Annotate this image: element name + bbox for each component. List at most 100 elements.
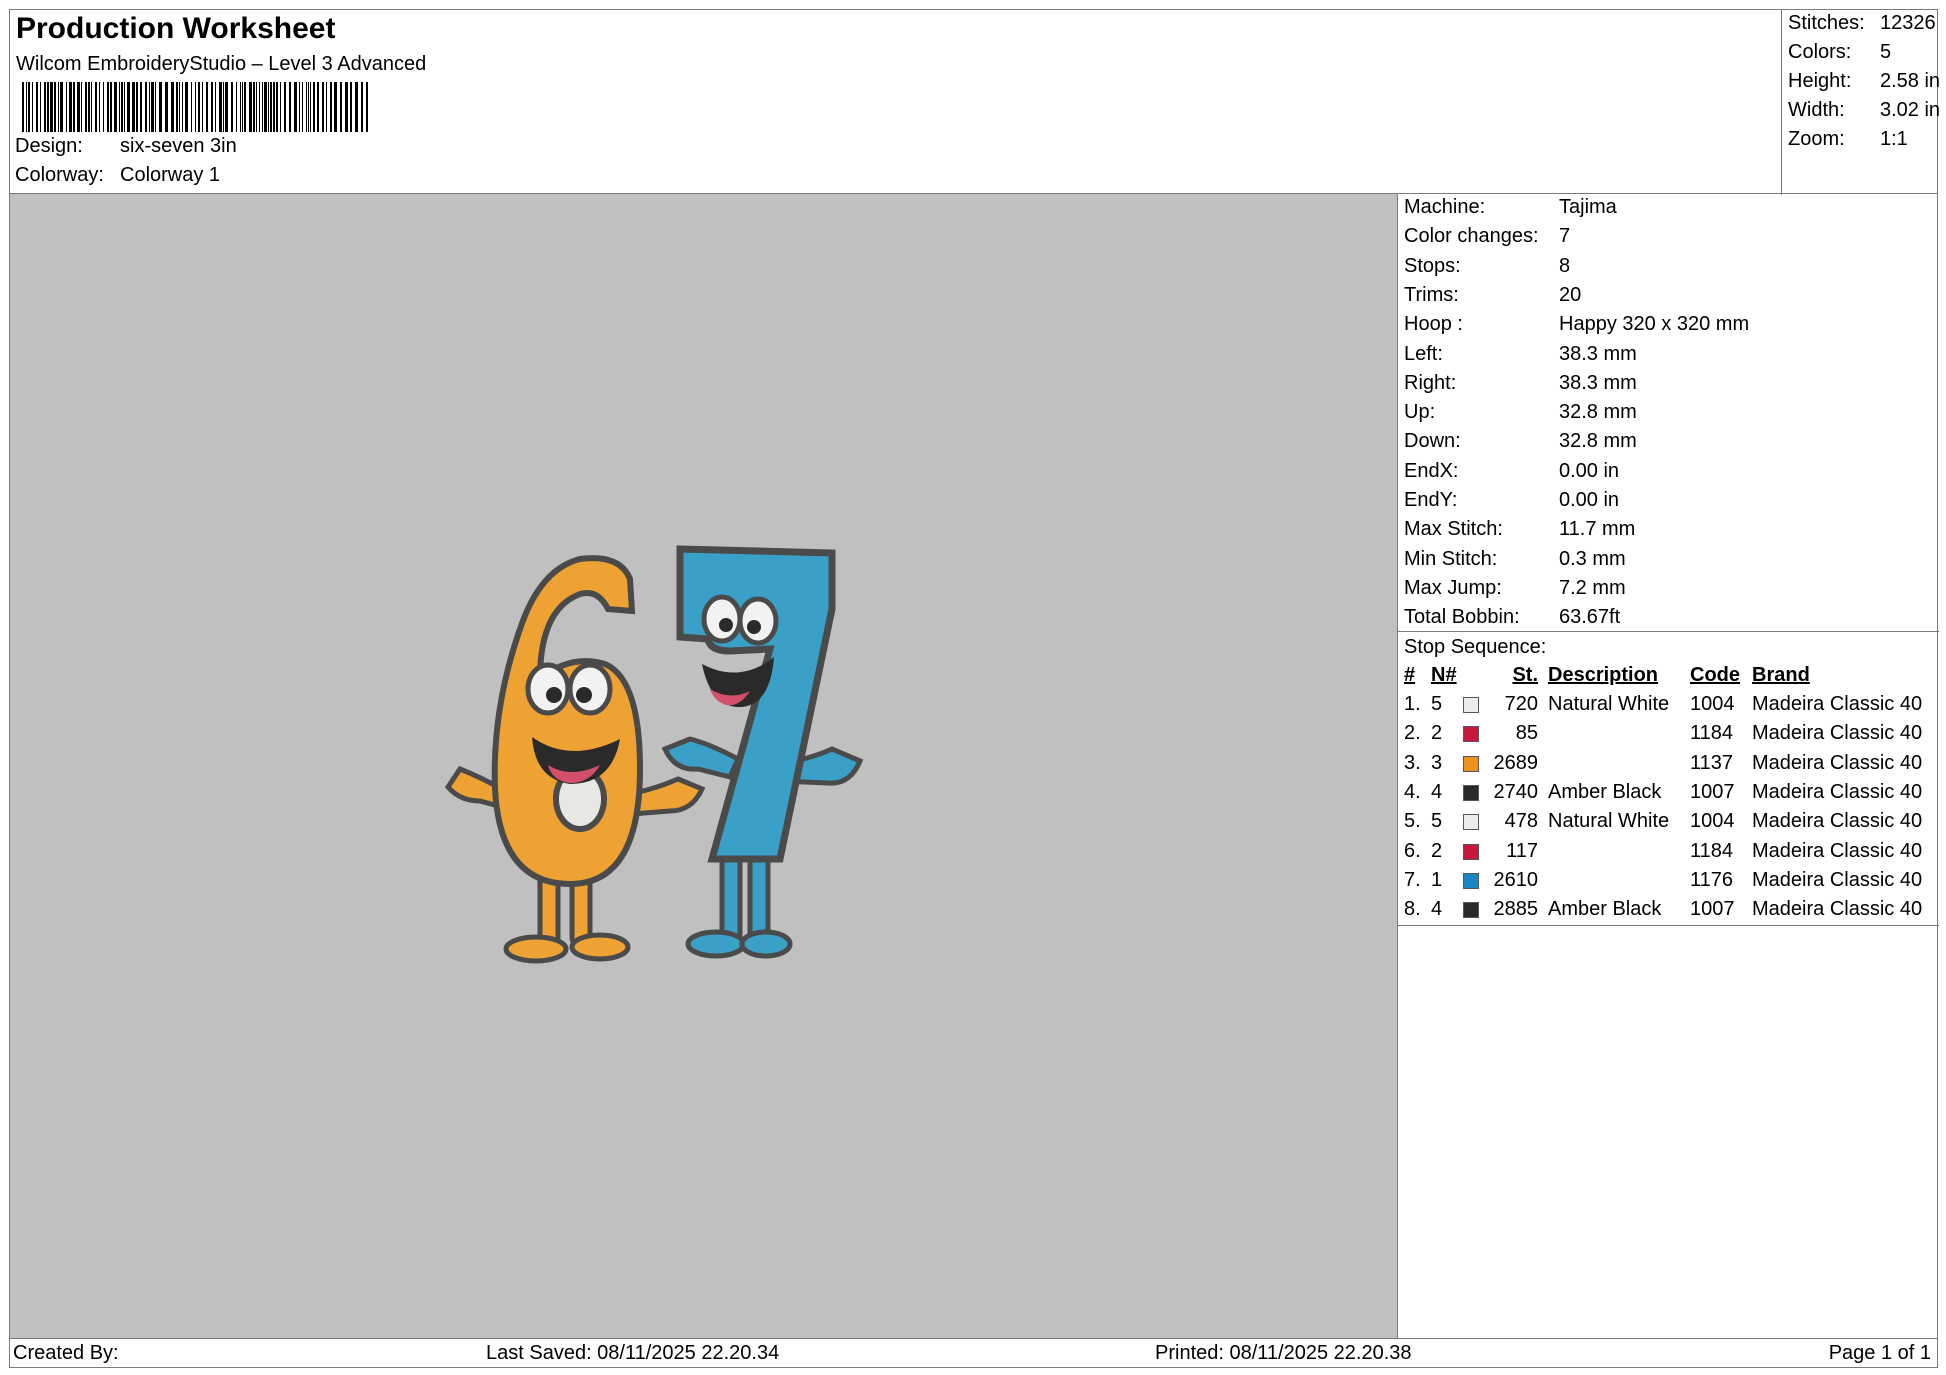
barcode-bar (366, 82, 368, 132)
stop-row-stitches: 2885 (1493, 898, 1539, 921)
barcode-bar (69, 82, 72, 132)
stop-row-description: Amber Black (1548, 898, 1662, 921)
stop-row-stitches: 720 (1504, 693, 1538, 715)
stop-row-stitches: 2740 (1493, 780, 1539, 803)
barcode-bar (270, 82, 272, 132)
barcode-bar (211, 82, 213, 132)
design-preview (9, 193, 1398, 1339)
stop-row-brand: Madeira Classic 40 (1752, 751, 1923, 774)
barcode-bar (236, 82, 237, 132)
barcode-bar (182, 82, 183, 132)
stop-row-brand: Madeira Classic 40 (1752, 693, 1923, 715)
worksheet-header: Production Worksheet Wilcom EmbroiderySt… (9, 9, 1941, 195)
barcode-bar (225, 82, 228, 132)
barcode-bar (264, 82, 267, 132)
machine-info-value: 11.7 mm (1559, 518, 1636, 541)
stop-row-brand: Madeira Classic 40 (1752, 780, 1923, 803)
software-subtitle: Wilcom EmbroideryStudio – Level 3 Advanc… (16, 53, 427, 75)
stop-row-needle: 2 (1431, 839, 1443, 862)
barcode-bar (95, 82, 97, 132)
barcode-bar (262, 82, 263, 132)
stop-row-description: Natural White (1548, 693, 1670, 715)
barcode-bar (114, 82, 117, 132)
stop-row-index: 6. (1404, 839, 1421, 862)
barcode-bar (322, 82, 324, 132)
stop-row-stitches: 2610 (1493, 868, 1539, 891)
machine-info-value: Tajima (1559, 196, 1617, 218)
stop-row-code: 1007 (1690, 898, 1735, 921)
stop-row-brand: Madeira Classic 40 (1752, 810, 1923, 833)
stop-row-index: 3. (1404, 751, 1421, 774)
stop-row-index: 1. (1404, 693, 1421, 715)
barcode-bar (171, 82, 174, 132)
barcode-bar (350, 82, 352, 132)
stop-row-brand: Madeira Classic 40 (1752, 898, 1923, 921)
machine-info-label: Trims: (1404, 283, 1459, 306)
stop-row-description: Natural White (1548, 810, 1670, 833)
machine-info-label: Min Stitch: (1404, 547, 1498, 570)
col-header-stitches: St. (1512, 664, 1538, 686)
barcode-bar (198, 82, 200, 132)
barcode-bar (361, 82, 363, 132)
stop-sequence-table: Stop Sequence: # N# St. Description Code… (1398, 631, 1939, 926)
barcode-bar (50, 82, 53, 132)
thread-color-swatch (1463, 843, 1479, 860)
embroidery-design-image (444, 545, 864, 964)
machine-info-value: 0.00 in (1559, 489, 1620, 511)
machine-info-label: EndY: (1404, 489, 1458, 511)
barcode-bar (249, 82, 252, 132)
col-header-description: Description (1548, 664, 1659, 686)
barcode-bar (215, 82, 216, 132)
machine-info-value: Happy 320 x 320 mm (1559, 313, 1750, 336)
barcode-bar (155, 82, 156, 132)
stop-row-needle: 5 (1431, 693, 1443, 715)
machine-info-value: 32.8 mm (1559, 430, 1637, 453)
created-by: Created By: (13, 1342, 119, 1364)
machine-info-label: Hoop : (1404, 313, 1463, 336)
machine-info-value: 0.3 mm (1559, 547, 1626, 570)
stop-row-description: Amber Black (1548, 780, 1662, 803)
barcode-bar (242, 82, 243, 132)
barcode-bar (306, 82, 307, 132)
stat-value: 2.58 in (1880, 70, 1941, 92)
barcode-bar (276, 82, 278, 132)
col-header-num: # (1404, 664, 1416, 686)
thread-color-swatch (1463, 902, 1479, 919)
barcode-bar (223, 82, 224, 132)
machine-info-value: 7 (1559, 225, 1571, 248)
stat-label: Stitches: (1788, 12, 1865, 34)
stop-row-stitches: 85 (1515, 722, 1538, 745)
machine-info-value: 32.8 mm (1559, 401, 1637, 424)
barcode-bar (244, 82, 246, 132)
thread-color-swatch (1463, 814, 1479, 831)
stop-row-index: 5. (1404, 810, 1421, 833)
barcode-bar (253, 82, 255, 132)
stop-row-code: 1004 (1690, 693, 1735, 715)
col-header-brand: Brand (1752, 664, 1810, 686)
barcode-bar (294, 82, 297, 132)
page-title: Production Worksheet (16, 12, 336, 45)
barcode-bar (231, 82, 233, 132)
worksheet-footer: Created By: Last Saved: 08/11/2025 22.20… (9, 1338, 1938, 1368)
barcode-bar (330, 82, 332, 132)
barcode-bar (191, 82, 192, 132)
col-header-needle: N# (1431, 664, 1457, 686)
barcode-bar (151, 82, 154, 132)
barcode-bar (103, 82, 104, 132)
barcode-bar (179, 82, 180, 132)
barcode-bar (85, 82, 87, 132)
stop-row-needle: 5 (1431, 810, 1443, 833)
barcode-bar (165, 82, 168, 132)
barcode-bar (195, 82, 196, 132)
barcode-bar (107, 82, 109, 132)
barcode-icon (22, 82, 368, 132)
barcode-bar (340, 82, 342, 132)
six-character (444, 555, 706, 964)
barcode-bar (268, 82, 269, 132)
barcode-bar (284, 82, 286, 132)
barcode-bar (36, 82, 38, 132)
machine-info-label: Color changes: (1404, 225, 1539, 248)
printed-date: Printed: 08/11/2025 22.20.38 (1155, 1342, 1412, 1364)
barcode-bar (259, 82, 260, 132)
machine-info-value: 7.2 mm (1559, 576, 1626, 599)
